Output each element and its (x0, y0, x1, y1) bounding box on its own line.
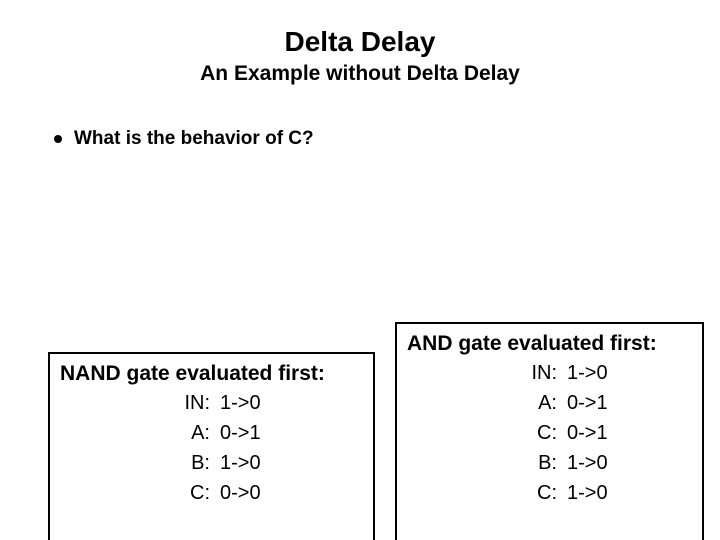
table-row: A:0->1 (60, 418, 363, 448)
row-key: C: (60, 478, 216, 508)
table-row: C:1->0 (407, 478, 692, 508)
nand-box: NAND gate evaluated first: IN:1->0 A:0->… (48, 352, 375, 540)
bullet-dot-icon (54, 135, 62, 143)
table-row: IN:1->0 (407, 358, 692, 388)
table-row: B:1->0 (407, 448, 692, 478)
row-val: 0->0 (216, 478, 261, 508)
row-key: A: (407, 388, 563, 418)
row-val: 0->1 (216, 418, 261, 448)
row-key: B: (407, 448, 563, 478)
row-val: 1->0 (216, 388, 261, 418)
row-key: B: (60, 448, 216, 478)
row-val: 1->0 (563, 448, 608, 478)
table-row: A:0->1 (407, 388, 692, 418)
and-box-title: AND gate evaluated first: (407, 330, 692, 358)
table-row: IN:1->0 (60, 388, 363, 418)
table-row: B:1->0 (60, 448, 363, 478)
table-row: C:0->1 (407, 418, 692, 448)
row-val: 1->0 (216, 448, 261, 478)
row-key: A: (60, 418, 216, 448)
row-key: C: (407, 418, 563, 448)
and-box: AND gate evaluated first: IN:1->0 A:0->1… (395, 322, 704, 540)
row-key: C: (407, 478, 563, 508)
row-val: 0->1 (563, 388, 608, 418)
row-val: 1->0 (563, 358, 608, 388)
row-val: 0->1 (563, 418, 608, 448)
slide-subtitle: An Example without Delta Delay (0, 62, 720, 86)
bullet-text: What is the behavior of C? (74, 128, 314, 150)
row-val: 1->0 (563, 478, 608, 508)
nand-box-title: NAND gate evaluated first: (60, 360, 363, 388)
slide-title: Delta Delay (0, 26, 720, 58)
table-row: C:0->0 (60, 478, 363, 508)
row-key: IN: (60, 388, 216, 418)
row-key: IN: (407, 358, 563, 388)
bullet-item: What is the behavior of C? (54, 128, 314, 150)
